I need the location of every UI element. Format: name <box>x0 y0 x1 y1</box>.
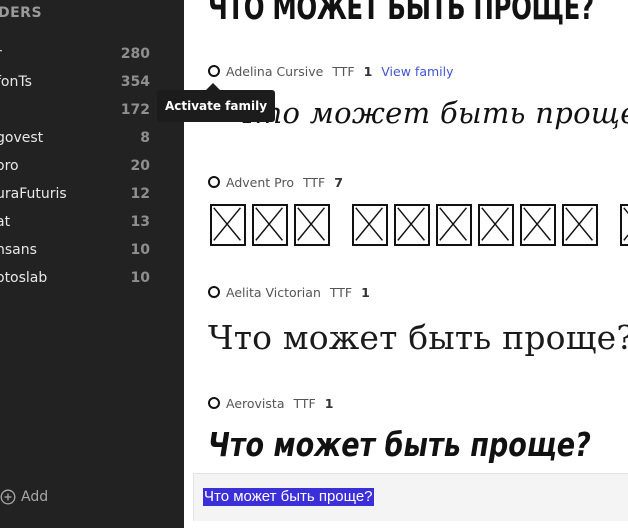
sidebar: DERS r 280 fonTs 354 172 govest 8 oro 20… <box>0 0 184 528</box>
activate-radio[interactable] <box>208 65 220 77</box>
folder-item[interactable]: otoslab 10 <box>0 266 184 290</box>
plus-circle-icon <box>0 489 16 505</box>
folder-item[interactable]: at 13 <box>0 210 184 234</box>
missing-glyph-preview <box>210 204 628 248</box>
folder-item[interactable]: r 280 <box>0 42 184 66</box>
folder-name: fonTs <box>0 74 32 90</box>
folder-item[interactable]: fonTs 354 <box>0 70 184 94</box>
font-style-count: 1 <box>363 63 373 79</box>
folder-count: 12 <box>130 186 150 202</box>
sidebar-heading: DERS <box>0 5 43 21</box>
folder-name: otoslab <box>0 270 48 286</box>
font-name: Adelina Cursive <box>226 63 324 79</box>
font-meta-row: Adelina Cursive TTF 1 View family <box>208 63 454 79</box>
font-format: TTF <box>293 395 316 411</box>
font-style-count: 1 <box>361 284 370 300</box>
activate-radio[interactable] <box>208 286 220 298</box>
font-preview: Что может быть проще? <box>208 318 628 357</box>
preview-text-input[interactable] <box>204 489 628 506</box>
folder-count: 20 <box>130 158 150 174</box>
missing-glyph-box <box>352 204 388 246</box>
font-format: TTF <box>332 63 355 79</box>
missing-glyph-box <box>562 204 598 246</box>
font-preview: ЧТО МОЖЕТ БЫТЬ ПРОЩЕ? <box>208 0 594 28</box>
missing-glyph-box <box>394 204 430 246</box>
folder-count: 10 <box>130 242 150 258</box>
activate-radio[interactable] <box>208 397 220 409</box>
missing-glyph-box <box>620 204 628 246</box>
folder-count: 280 <box>120 46 150 62</box>
folder-name: uraFuturis <box>0 186 67 202</box>
missing-glyph-box <box>478 204 514 246</box>
font-style-count: 7 <box>334 174 343 190</box>
add-folder-label: Add <box>21 489 49 505</box>
font-name: Advent Pro <box>226 174 294 190</box>
missing-glyph-box <box>294 204 330 246</box>
folder-item[interactable]: govest 8 <box>0 126 184 150</box>
missing-glyph-box <box>210 204 246 246</box>
folder-item[interactable]: uraFuturis 12 <box>0 182 184 206</box>
folder-name: govest <box>0 130 44 146</box>
font-meta-row: Advent Pro TTF 7 <box>208 174 352 190</box>
tooltip-arrow <box>206 83 220 90</box>
folder-count: 8 <box>140 130 150 146</box>
missing-glyph-box <box>252 204 288 246</box>
font-format: TTF <box>302 174 326 190</box>
folder-item[interactable]: nsans 10 <box>0 238 184 262</box>
folder-name: nsans <box>0 242 37 258</box>
folder-count: 354 <box>120 74 150 90</box>
font-meta-row: Aerovista TTF 1 <box>208 395 342 411</box>
missing-glyph-box <box>436 204 472 246</box>
add-folder-button[interactable]: Add <box>0 486 48 508</box>
activate-radio[interactable] <box>208 176 220 188</box>
font-meta-row: Aelita Victorian TTF 1 <box>208 284 379 300</box>
activate-family-tooltip: Activate family <box>157 90 275 122</box>
font-list: ЧТО МОЖЕТ БЫТЬ ПРОЩЕ? Adelina Cursive TT… <box>184 0 628 528</box>
folder-name: at <box>0 214 11 230</box>
font-name: Aelita Victorian <box>226 284 321 300</box>
preview-text-bar <box>193 473 628 521</box>
font-style-count: 1 <box>324 395 334 411</box>
folder-count: 13 <box>130 214 150 230</box>
font-name: Aerovista <box>226 395 285 411</box>
folder-name: r <box>0 46 2 62</box>
font-preview: Что может быть проще? <box>232 96 628 130</box>
folder-count: 172 <box>120 102 150 118</box>
font-format: TTF <box>329 284 353 300</box>
font-preview: Что может быть проще? <box>208 425 591 464</box>
folder-name: oro <box>0 158 19 174</box>
folder-item[interactable]: oro 20 <box>0 154 184 178</box>
view-family-link[interactable]: View family <box>381 64 453 79</box>
folder-count: 10 <box>130 270 150 286</box>
missing-glyph-box <box>520 204 556 246</box>
